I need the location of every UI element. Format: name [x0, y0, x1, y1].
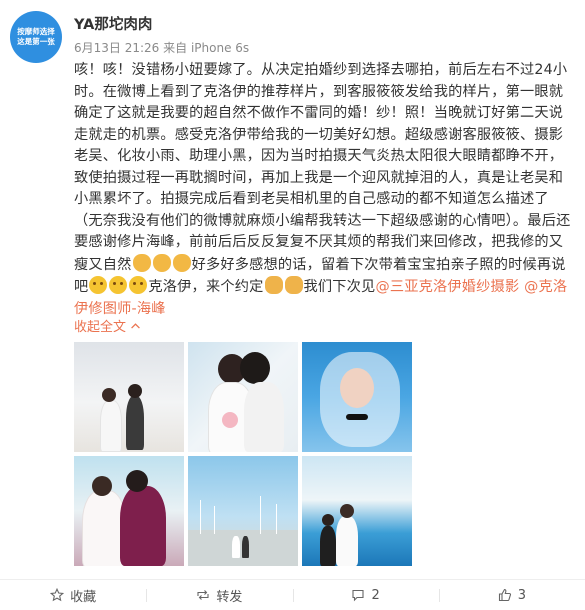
repost-label: 转发	[216, 589, 243, 605]
post-text-4: 我们下次见	[303, 279, 376, 295]
post-meta: 6月13日 21:26 来自 iPhone 6s	[74, 39, 249, 56]
action-bar: 收藏 转发 2 3	[0, 579, 585, 610]
thumbs-up-icon	[498, 588, 511, 602]
clap-emoji-icon	[264, 276, 283, 294]
avatar-text-1: 按摩师选择	[17, 27, 55, 36]
photo-grid	[74, 342, 416, 566]
comment-icon	[352, 589, 365, 602]
photo-thumbnail[interactable]	[302, 342, 412, 452]
clap-emoji-icon	[284, 276, 303, 294]
like-button[interactable]: 3	[438, 580, 585, 610]
favorite-button[interactable]: 收藏	[0, 580, 146, 610]
post-time[interactable]: 6月13日 21:26	[74, 41, 159, 55]
mention-link[interactable]: @三亚克洛伊婚纱摄影	[375, 279, 519, 295]
avatar-text-2: 这是第一张	[17, 37, 55, 46]
repost-button[interactable]: 转发	[146, 580, 292, 610]
repost-icon	[197, 590, 209, 600]
post-text-3: 克洛伊，来个约定	[148, 279, 264, 295]
like-count: 3	[517, 587, 527, 603]
post-text-1: 咳！咳！没错杨小妞要嫁了。从决定拍婚纱到选择去哪拍，前后左右不过24小时。在微博…	[74, 62, 571, 273]
collapse-label: 收起全文	[74, 320, 127, 335]
favorite-label: 收藏	[70, 589, 97, 605]
photo-thumbnail[interactable]	[188, 342, 298, 452]
kiss-emoji-icon	[109, 276, 128, 294]
photo-thumbnail[interactable]	[302, 456, 412, 566]
chevron-up-icon	[131, 323, 141, 329]
post-source: 来自 iPhone 6s	[163, 41, 250, 55]
user-name[interactable]: YA那坨肉肉	[74, 13, 152, 34]
comment-count: 2	[371, 587, 380, 603]
avatar[interactable]: 按摩师选择 这是第一张	[10, 11, 62, 63]
post-content: 咳！咳！没错杨小妞要嫁了。从决定拍婚纱到选择去哪拍，前后左右不过24小时。在微博…	[74, 60, 574, 320]
comment-button[interactable]: 2	[292, 580, 439, 610]
photo-thumbnail[interactable]	[188, 456, 298, 566]
kiss-emoji-icon	[89, 276, 108, 294]
star-icon	[50, 588, 65, 602]
pray-emoji-icon	[132, 253, 151, 272]
pray-emoji-icon	[172, 253, 191, 272]
photo-thumbnail[interactable]	[74, 456, 184, 566]
pray-emoji-icon	[152, 253, 171, 272]
photo-thumbnail[interactable]	[74, 342, 184, 452]
collapse-button[interactable]: 收起全文	[74, 316, 141, 335]
kiss-emoji-icon	[129, 276, 148, 294]
